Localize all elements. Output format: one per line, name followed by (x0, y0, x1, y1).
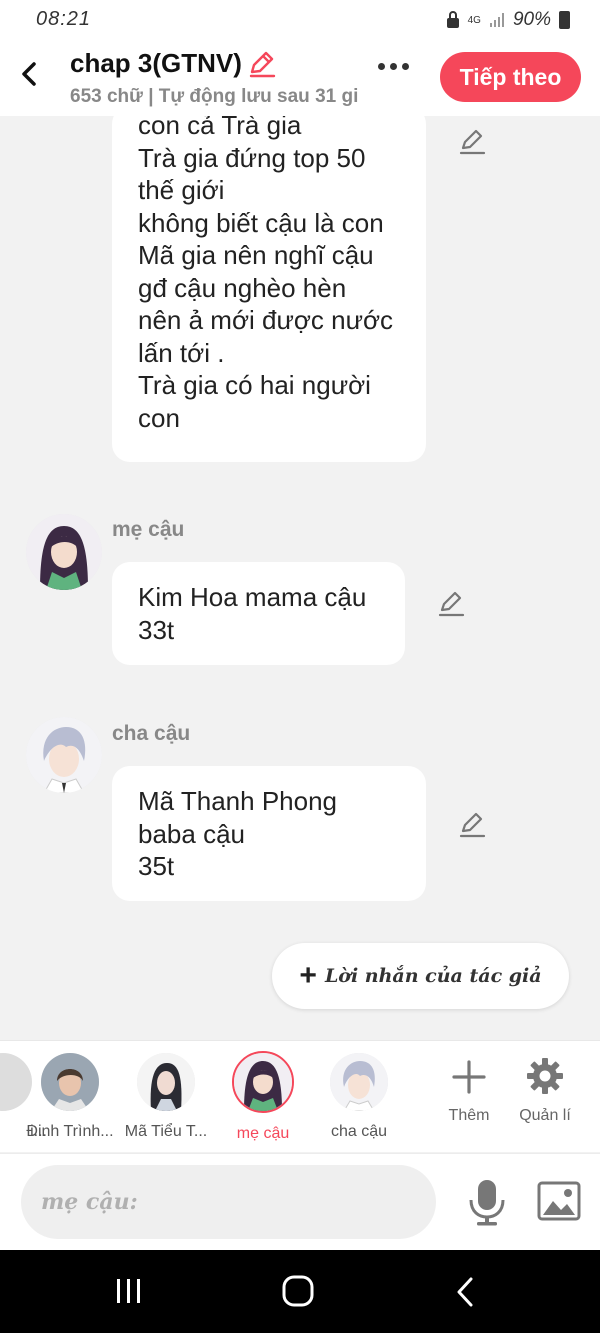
avatar[interactable] (26, 717, 102, 793)
pencil-icon[interactable] (458, 811, 486, 839)
manage-characters-button[interactable]: Quản lí (510, 1055, 580, 1125)
status-bar: 08:21 4G 90% (0, 0, 600, 40)
speaker-name: mẹ cậu (112, 518, 185, 541)
avatar[interactable] (26, 514, 102, 590)
character-name: cha cậu (330, 1123, 388, 1140)
back-arrow-icon[interactable] (14, 56, 44, 92)
character-name: mẹ cậu (236, 1125, 290, 1142)
character-item[interactable]: Mã Tiểu T... (118, 1053, 214, 1141)
home-icon[interactable] (281, 1274, 315, 1308)
network-type: 4G (467, 14, 481, 26)
character-name: Mã Tiểu T... (124, 1123, 208, 1140)
character-name: Đinh Trình... (26, 1123, 114, 1140)
add-character-button[interactable]: Thêm (434, 1055, 504, 1125)
title-area[interactable]: chap 3(GTNV) (70, 48, 276, 79)
chat-area[interactable]: con cả Trà gia Trà gia đứng top 50 thế g… (0, 116, 600, 1040)
author-note-button[interactable]: + Lời nhắn của tác giả (272, 943, 569, 1009)
next-button[interactable]: Tiếp theo (440, 52, 581, 102)
pencil-icon[interactable] (458, 128, 486, 156)
avatar (330, 1053, 388, 1111)
plus-icon: + (299, 959, 317, 992)
character-item-active[interactable]: mẹ cậu (215, 1051, 311, 1143)
image-icon[interactable] (537, 1181, 581, 1221)
status-time: 08:21 (36, 8, 92, 30)
author-note-label: Lời nhắn của tác giả (324, 965, 542, 987)
status-icons: 4G 90% (446, 9, 570, 31)
avatar (137, 1053, 195, 1111)
system-nav-bar (0, 1250, 600, 1333)
word-count-autosave: 653 chữ | Tự động lưu sau 31 giây (70, 86, 358, 107)
avatar (41, 1053, 99, 1111)
character-item[interactable]: Đinh Trình... (22, 1053, 118, 1141)
message-bubble[interactable]: Kim Hoa mama cậu 33t (112, 562, 405, 665)
add-label: Thêm (448, 1107, 490, 1124)
input-bar (0, 1153, 600, 1250)
message-input[interactable] (21, 1165, 436, 1239)
speaker-name: cha cậu (112, 722, 191, 745)
pencil-icon[interactable] (248, 50, 276, 78)
battery-percent: 90% (512, 9, 551, 30)
chapter-title: chap 3(GTNV) (70, 48, 242, 78)
battery-icon (559, 11, 570, 29)
message-bubble[interactable]: con cả Trà gia Trà gia đứng top 50 thế g… (112, 116, 426, 462)
microphone-icon[interactable] (465, 1178, 509, 1226)
gear-icon (527, 1058, 563, 1094)
message-bubble[interactable]: Mã Thanh Phong baba cậu 35t (112, 766, 426, 901)
more-icon[interactable] (378, 63, 409, 70)
pencil-icon[interactable] (437, 590, 465, 618)
character-bar: i... Đinh Trình... Mã Tiểu T... mẹ cậu c… (0, 1040, 600, 1152)
manage-label: Quản lí (519, 1107, 571, 1124)
avatar (232, 1051, 294, 1113)
recent-apps-icon[interactable] (114, 1277, 144, 1305)
lock-notification-icon (446, 11, 459, 28)
plus-icon (452, 1060, 486, 1094)
system-back-icon[interactable] (453, 1275, 477, 1309)
editor-header: chap 3(GTNV) 653 chữ | Tự động lưu sau 3… (0, 40, 600, 116)
character-item[interactable]: cha cậu (311, 1053, 407, 1141)
signal-icon (489, 13, 504, 27)
